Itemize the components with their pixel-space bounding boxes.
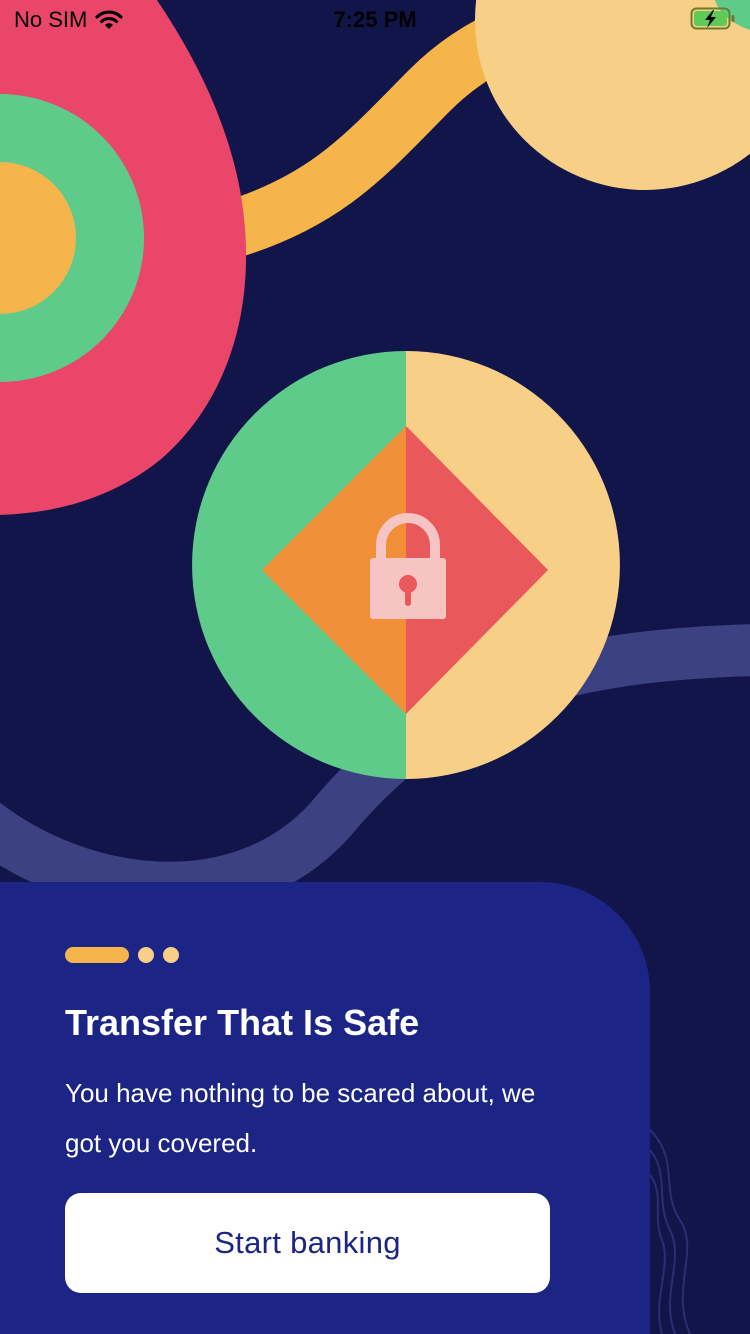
status-bar: No SIM 7:25 PM: [0, 0, 750, 40]
onboarding-screen: No SIM 7:25 PM Transfer That Is Safe You: [0, 0, 750, 1334]
onboarding-title: Transfer That Is Safe: [65, 1002, 420, 1043]
start-banking-label: Start banking: [214, 1225, 401, 1260]
onboarding-description: You have nothing to be scared about, we …: [65, 1078, 536, 1158]
start-banking-button[interactable]: Start banking: [65, 1193, 550, 1293]
clock: 7:25 PM: [333, 7, 417, 32]
page-indicator-active[interactable]: [65, 947, 129, 963]
battery-charging-icon: [690, 7, 735, 30]
status-right: [690, 6, 736, 38]
wave-lines: [649, 1129, 691, 1334]
page-indicator-dot-3[interactable]: [163, 947, 179, 963]
security-badge: [192, 351, 620, 779]
page-indicator: [65, 947, 179, 963]
page-indicator-dot-2[interactable]: [138, 947, 154, 963]
onboarding-card: Transfer That Is Safe You have nothing t…: [0, 882, 650, 1334]
